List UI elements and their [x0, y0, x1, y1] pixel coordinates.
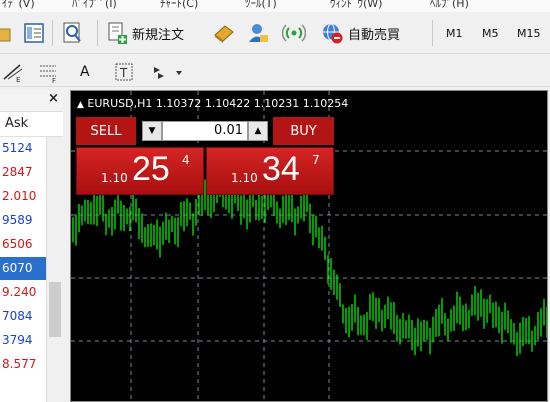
auto-trade-icon	[323, 23, 343, 44]
metaeditor-icon[interactable]	[212, 20, 236, 46]
drawing-toolbar: E F A T	[0, 55, 550, 87]
timeframe-m1[interactable]: M1	[446, 20, 463, 46]
market-watch-panel: × Ask 5124 2847 2.010 9589 6506 6070 9.240 7084…	[0, 90, 63, 402]
menu-view[interactable]: ｲﾃﾞ(V)	[2, 0, 35, 11]
tester-icon[interactable]	[60, 20, 84, 46]
buy-price-button[interactable]: 1.10 34 7	[206, 147, 334, 195]
chart-window[interactable]: ▲ EURUSD,H1 1.10372 1.10422 1.10231 1.10…	[70, 90, 548, 402]
market-watch-row[interactable]: 9589	[0, 209, 46, 232]
market-watch-row[interactable]: 8.577	[0, 353, 46, 376]
menu-tools[interactable]: ﾂｰﾙ(T)	[245, 0, 277, 11]
timeframe-m15[interactable]: M15	[517, 20, 541, 46]
volume-input[interactable]: 0.01	[162, 121, 248, 141]
new-order-button[interactable]: 新規注文	[106, 20, 184, 46]
market-watch-row[interactable]: 6506	[0, 233, 46, 256]
main-toolbar: 新規注文 自動売買 M1 M5 M15	[0, 12, 550, 54]
auto-trade-label: 自動売買	[348, 27, 401, 43]
market-watch-column-header[interactable]: Ask	[0, 112, 63, 137]
sell-button[interactable]: SELL	[76, 117, 136, 145]
buy-label: BUY	[290, 123, 317, 139]
fibonacci-icon[interactable]: E	[2, 59, 24, 85]
new-order-icon	[108, 22, 127, 44]
svg-text:E: E	[16, 76, 20, 83]
scrollbar-thumb[interactable]	[49, 282, 61, 337]
arrows-menu-icon[interactable]	[150, 59, 184, 85]
buy-button[interactable]: BUY	[273, 117, 334, 145]
svg-text:F: F	[52, 77, 56, 83]
chart-title-text: EURUSD,H1 1.10372 1.10422 1.10231 1.1025…	[87, 97, 349, 110]
new-order-label: 新規注文	[132, 27, 185, 43]
buy-price-pips: 34	[262, 150, 300, 188]
market-watch-row[interactable]: 5124	[0, 137, 46, 160]
timeframe-m5-label: M5	[482, 26, 499, 40]
text-label-icon[interactable]: T	[113, 59, 135, 85]
one-click-trading-panel: SELL ▼ 0.01 ▲ BUY 1.10 25 4 1.10 34 7	[76, 117, 334, 197]
text-tool-button[interactable]: A	[80, 59, 94, 85]
market-watch-row[interactable]: 9.240	[0, 281, 46, 304]
market-watch-scrollbar[interactable]	[46, 137, 63, 402]
sell-label: SELL	[90, 123, 122, 139]
buy-price-fraction: 7	[312, 153, 320, 167]
menu-help[interactable]: ﾍﾙﾌﾟ(H)	[430, 0, 469, 11]
sell-price-prefix: 1.10	[101, 171, 128, 185]
auto-trade-button[interactable]: 自動売買	[320, 20, 400, 46]
market-watch-row[interactable]: 7084	[0, 305, 46, 328]
ask-column-label: Ask	[5, 116, 29, 131]
text-tool-label: A	[80, 64, 90, 80]
market-watch-header: ×	[0, 90, 63, 112]
menu-window[interactable]: ｳｨﾝﾄﾞｳ(W)	[330, 0, 382, 11]
volume-decrease-button[interactable]: ▼	[142, 121, 162, 141]
navigator-icon[interactable]	[22, 20, 46, 46]
arrow-down-icon: ▼	[148, 126, 156, 136]
market-watch-row[interactable]: 2.010	[0, 185, 46, 208]
market-watch-row[interactable]: 6070	[0, 257, 46, 280]
timeframe-m1-label: M1	[446, 26, 463, 40]
market-watch-row[interactable]: 3794	[0, 329, 46, 352]
menu-chart[interactable]: ﾁｬｰﾄ(C)	[160, 0, 198, 11]
svg-text:T: T	[119, 66, 128, 80]
sell-price-fraction: 4	[182, 153, 190, 167]
folder-icon[interactable]	[0, 20, 12, 46]
chart-title: ▲ EURUSD,H1 1.10372 1.10422 1.10231 1.10…	[77, 97, 348, 110]
menu-insert[interactable]: ﾊﾟｲﾌﾟﾟ(I)	[72, 0, 117, 11]
sell-price-button[interactable]: 1.10 25 4	[76, 147, 204, 195]
market-watch-row[interactable]: 2847	[0, 161, 46, 184]
menu-bar: ｲﾃﾞ(V) ﾊﾟｲﾌﾟﾟ(I) ﾁｬｰﾄ(C) ﾂｰﾙ(T) ｳｨﾝﾄﾞｳ(W…	[0, 0, 550, 12]
signals-icon[interactable]	[282, 20, 306, 46]
user-icon[interactable]	[246, 20, 270, 46]
fibo-fan-icon[interactable]: F	[38, 59, 60, 85]
buy-price-prefix: 1.10	[231, 171, 258, 185]
sell-price-pips: 25	[132, 150, 170, 188]
timeframe-m15-label: M15	[517, 26, 541, 40]
volume-increase-button[interactable]: ▲	[248, 121, 268, 141]
chart-collapse-icon[interactable]: ▲	[77, 100, 84, 110]
close-icon[interactable]: ×	[48, 91, 59, 106]
timeframe-m5[interactable]: M5	[482, 20, 499, 46]
arrow-up-icon: ▲	[254, 126, 262, 136]
